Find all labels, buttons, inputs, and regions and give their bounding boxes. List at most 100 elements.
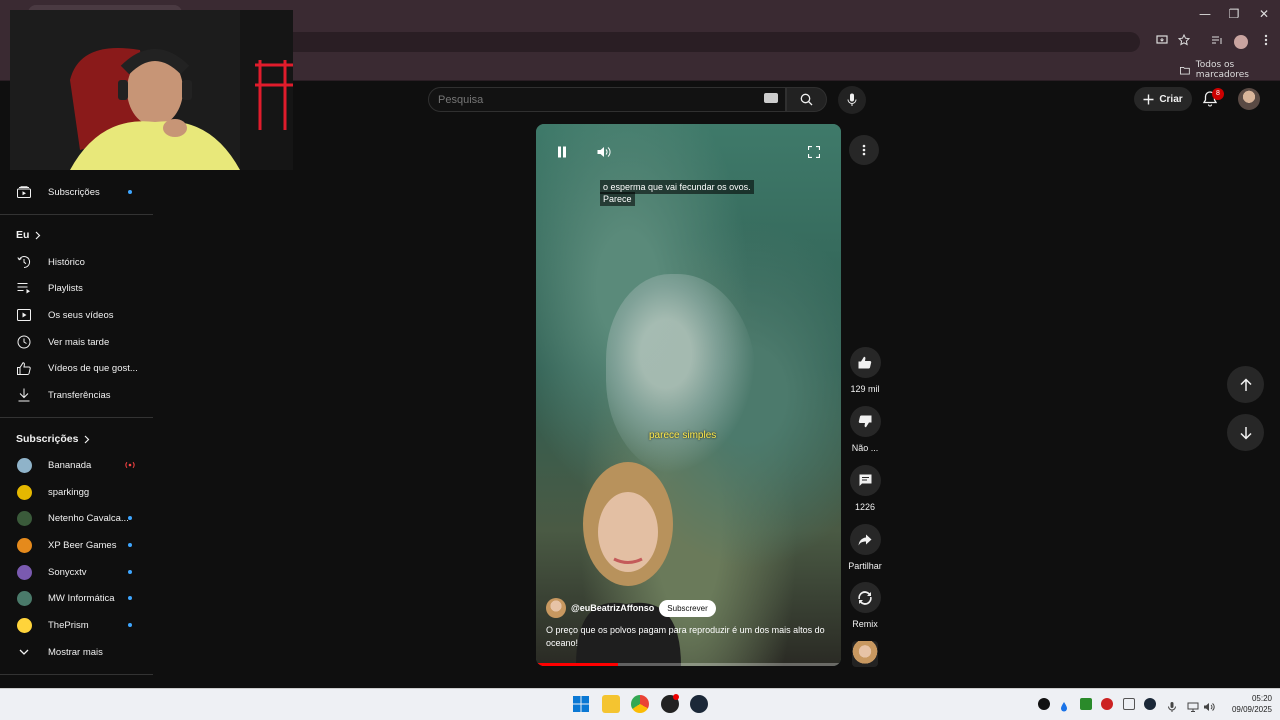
- all-bookmarks-button[interactable]: Todos os marcadores: [1180, 60, 1280, 80]
- sidebar-item-subscriptions[interactable]: Subscrições: [0, 179, 153, 205]
- sidebar-show-more[interactable]: Mostrar mais: [0, 639, 153, 665]
- subscriptions-icon: [17, 185, 31, 199]
- all-bookmarks-label: Todos os marcadores: [1195, 60, 1249, 80]
- tray-droplet-icon[interactable]: [1058, 698, 1070, 712]
- remix-action: Remix: [845, 582, 885, 629]
- sidebar-item-label: Subscrições: [48, 186, 100, 198]
- channel-name[interactable]: @euBeatrizAffonso: [571, 603, 654, 613]
- chrome-icon[interactable]: [631, 695, 649, 713]
- channel-avatar: [17, 617, 32, 633]
- tray-network-icon[interactable]: [1187, 698, 1199, 712]
- live-broadcast-icon: [124, 461, 136, 469]
- sidebar-section-you[interactable]: Eu: [16, 229, 41, 241]
- channel-avatar: [17, 590, 32, 606]
- sidebar-channel-mw-informatica[interactable]: MW Informática: [0, 585, 153, 611]
- sidebar-divider: [0, 417, 153, 418]
- account-avatar[interactable]: [1238, 88, 1260, 110]
- sidebar-item-watch-later[interactable]: Ver mais tarde: [0, 329, 153, 355]
- sidebar-item-history[interactable]: Histórico: [0, 249, 153, 275]
- dislike-button[interactable]: [849, 406, 881, 437]
- search-icon: [800, 93, 813, 106]
- tray-usb-icon[interactable]: [1123, 698, 1135, 710]
- tray-app-red-icon[interactable]: [1101, 698, 1113, 710]
- fullscreen-button[interactable]: [802, 140, 826, 164]
- tray-nvidia-icon[interactable]: [1080, 698, 1092, 710]
- section-heading: Subscrições: [16, 433, 79, 445]
- like-action: 129 mil: [845, 347, 885, 394]
- video-title[interactable]: O preço que os polvos pagam para reprodu…: [546, 624, 836, 650]
- tray-volume-icon[interactable]: [1203, 698, 1215, 711]
- share-label: Partilhar: [848, 561, 882, 571]
- tray-steam-icon[interactable]: [1144, 698, 1156, 710]
- comments-button[interactable]: [849, 465, 881, 496]
- shorts-video-player[interactable]: o esperma que vai fecundar os ovos. Pare…: [536, 124, 841, 666]
- caption-overlay: parece simples: [649, 430, 717, 441]
- playlist-icon: [17, 281, 31, 295]
- channel-row: @euBeatrizAffonso Subscrever: [546, 598, 716, 618]
- channel-name: MW Informática: [48, 592, 115, 604]
- sidebar-section-subscriptions[interactable]: Subscrições: [16, 433, 90, 445]
- remix-label: Remix: [852, 619, 878, 629]
- sidebar-item-downloads[interactable]: Transferências: [0, 382, 153, 408]
- pause-icon: [558, 146, 566, 158]
- download-icon: [17, 388, 31, 402]
- maximize-button[interactable]: ❐: [1224, 6, 1244, 22]
- remix-button[interactable]: [849, 582, 881, 613]
- folder-icon: [1180, 66, 1190, 75]
- virtual-keyboard-icon[interactable]: [764, 93, 778, 103]
- search-input[interactable]: [438, 91, 758, 108]
- sidebar-channel-sparkingg[interactable]: sparkingg: [0, 479, 153, 505]
- sidebar-item-label: Transferências: [48, 389, 111, 401]
- new-content-dot: [128, 623, 132, 627]
- sound-thumbnail[interactable]: [852, 641, 878, 667]
- minimize-button[interactable]: —: [1195, 6, 1215, 22]
- volume-button[interactable]: [592, 140, 616, 164]
- subscribe-button[interactable]: Subscrever: [659, 599, 716, 617]
- sidebar-channel-theprism[interactable]: ThePrism: [0, 612, 153, 638]
- chevron-down-icon: [17, 645, 31, 659]
- tray-app-icon[interactable]: [1038, 698, 1050, 710]
- media-control-icon[interactable]: [1209, 34, 1225, 50]
- tray-microphone-icon[interactable]: [1166, 698, 1178, 712]
- sidebar-item-playlists[interactable]: Playlists: [0, 275, 153, 301]
- arrow-up-icon: [1239, 377, 1252, 391]
- close-window-button[interactable]: ✕: [1254, 6, 1274, 22]
- previous-short-button[interactable]: [1227, 366, 1264, 403]
- sidebar-divider: [0, 214, 153, 215]
- channel-avatar: [17, 457, 32, 473]
- install-app-icon[interactable]: [1154, 34, 1170, 50]
- channel-avatar: [17, 510, 32, 526]
- microphone-icon: [847, 93, 857, 106]
- file-explorer-icon[interactable]: [602, 695, 620, 713]
- plus-icon: [1143, 94, 1154, 104]
- browser-menu-icon[interactable]: [1258, 34, 1274, 50]
- sidebar-channel-bananada[interactable]: Bananada: [0, 452, 153, 478]
- sidebar-item-liked-videos[interactable]: Vídeos de que gost...: [0, 355, 153, 381]
- create-button[interactable]: Criar: [1134, 87, 1192, 111]
- pause-button[interactable]: [550, 140, 574, 164]
- bookmark-star-icon[interactable]: [1176, 33, 1192, 50]
- sidebar-item-label: Os seus vídeos: [48, 309, 114, 321]
- address-bar[interactable]: [160, 32, 1140, 52]
- windows-start-icon[interactable]: [572, 695, 590, 713]
- search-button[interactable]: [786, 87, 827, 112]
- channel-avatar: [17, 484, 32, 500]
- system-clock[interactable]: 05:20 09/09/2025: [1218, 693, 1272, 715]
- like-count: 129 mil: [850, 384, 880, 394]
- channel-avatar[interactable]: [546, 598, 566, 618]
- channel-avatar: [17, 537, 32, 553]
- sidebar-channel-xp-beer-games[interactable]: XP Beer Games: [0, 532, 153, 558]
- channel-name: ThePrism: [48, 619, 89, 631]
- sidebar-channel-netenho[interactable]: Netenho Cavalca...: [0, 505, 153, 531]
- voice-search-button[interactable]: [838, 86, 866, 114]
- like-button[interactable]: [849, 347, 881, 378]
- next-short-button[interactable]: [1227, 414, 1264, 451]
- steam-icon[interactable]: [690, 695, 708, 713]
- sidebar-item-your-videos[interactable]: Os seus vídeos: [0, 302, 153, 328]
- share-button[interactable]: [849, 524, 881, 555]
- more-options-button[interactable]: [849, 135, 879, 165]
- browser-profile-avatar[interactable]: [1234, 35, 1248, 49]
- progress-bar-fill: [536, 663, 619, 666]
- sidebar-channel-sonycxtv[interactable]: Sonycxtv: [0, 559, 153, 585]
- show-more-label: Mostrar mais: [48, 646, 103, 658]
